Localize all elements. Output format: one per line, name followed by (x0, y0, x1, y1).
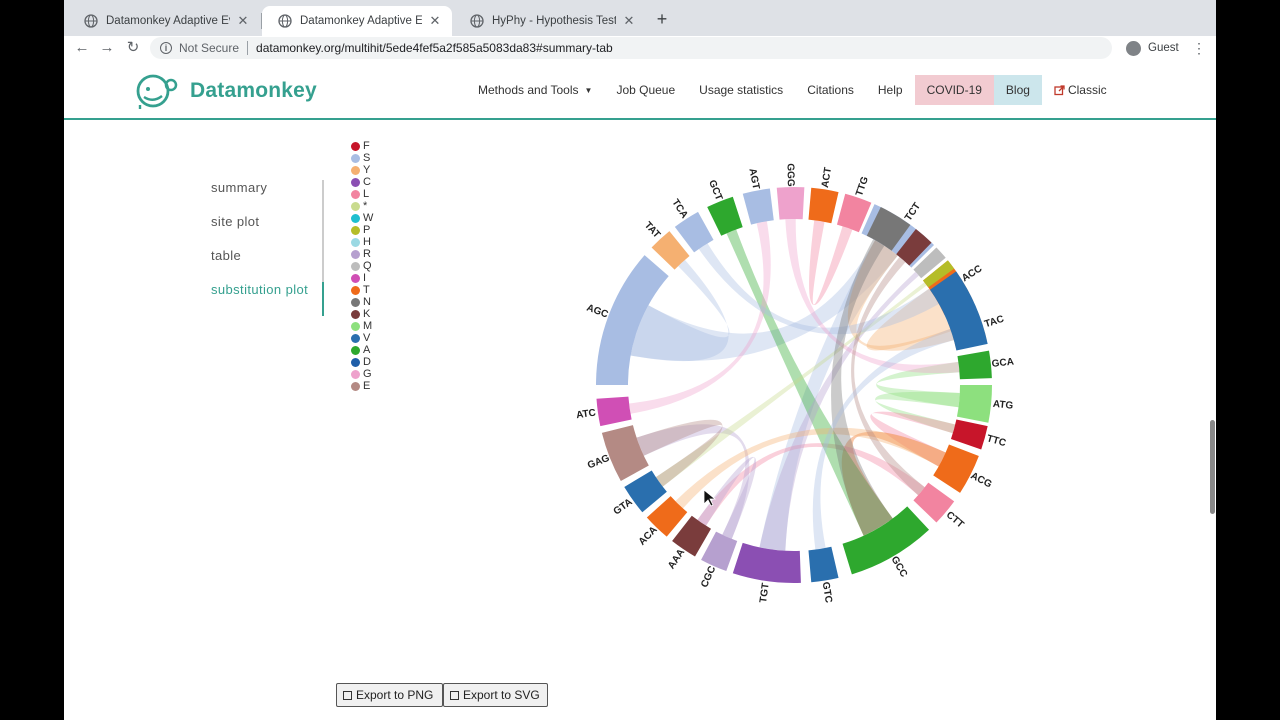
codon-label: CGC (699, 565, 718, 590)
export-png-label: Export to PNG (356, 688, 434, 702)
codon-label: ATG (992, 399, 1014, 412)
codon-label: TGT (758, 582, 772, 603)
browser-window: Datamonkey Adaptive Evolution ✕ Datamonk… (64, 0, 1216, 720)
codon-arc (732, 542, 801, 583)
codon-label: ATC (575, 408, 596, 422)
codon-label: ACC (960, 263, 984, 284)
codon-arc (707, 196, 743, 236)
codon-label: TAC (983, 314, 1005, 330)
save-icon (450, 690, 459, 700)
codon-arc (596, 396, 632, 427)
codon-arc (956, 385, 992, 423)
export-svg-label: Export to SVG (463, 688, 540, 702)
codon-label: AAA (666, 547, 687, 571)
codon-label: ACA (637, 525, 660, 548)
codon-label: TCA (669, 197, 689, 220)
codon-label: GAG (586, 453, 611, 472)
codon-label: GTA (612, 497, 635, 518)
codon-label: GGG (784, 163, 795, 187)
codon-label: GCC (889, 555, 910, 580)
codon-arc (808, 546, 839, 583)
save-icon (343, 690, 352, 700)
codon-label: TTC (985, 433, 1007, 449)
codon-label: TCT (903, 201, 923, 223)
codon-label: AGT (746, 167, 761, 190)
codon-label: ACG (969, 471, 994, 491)
codon-label: TAT (642, 220, 662, 241)
codon-label: AGC (585, 303, 610, 321)
codon-arc (950, 419, 988, 450)
codon-arc (601, 425, 649, 481)
codon-label: ACT (820, 167, 834, 189)
codon-label: CTT (944, 510, 966, 531)
codon-label: TTG (854, 175, 871, 198)
codon-arc (957, 350, 992, 380)
codon-label: GTC (820, 581, 834, 604)
export-svg-button[interactable]: Export to SVG (443, 683, 548, 707)
codon-arc (742, 188, 774, 225)
export-png-button[interactable]: Export to PNG (336, 683, 443, 707)
codon-arc (808, 187, 839, 224)
codon-label: GCT (706, 178, 724, 202)
codon-arc (776, 187, 805, 220)
substitution-chord-diagram: TCT ACC TAC GCA ATG TTC ACGCTT GCC GTC TGT CGC AAA A… (575, 163, 1014, 604)
page-scrollbar[interactable] (1210, 420, 1215, 514)
codon-label: GCA (991, 357, 1014, 370)
